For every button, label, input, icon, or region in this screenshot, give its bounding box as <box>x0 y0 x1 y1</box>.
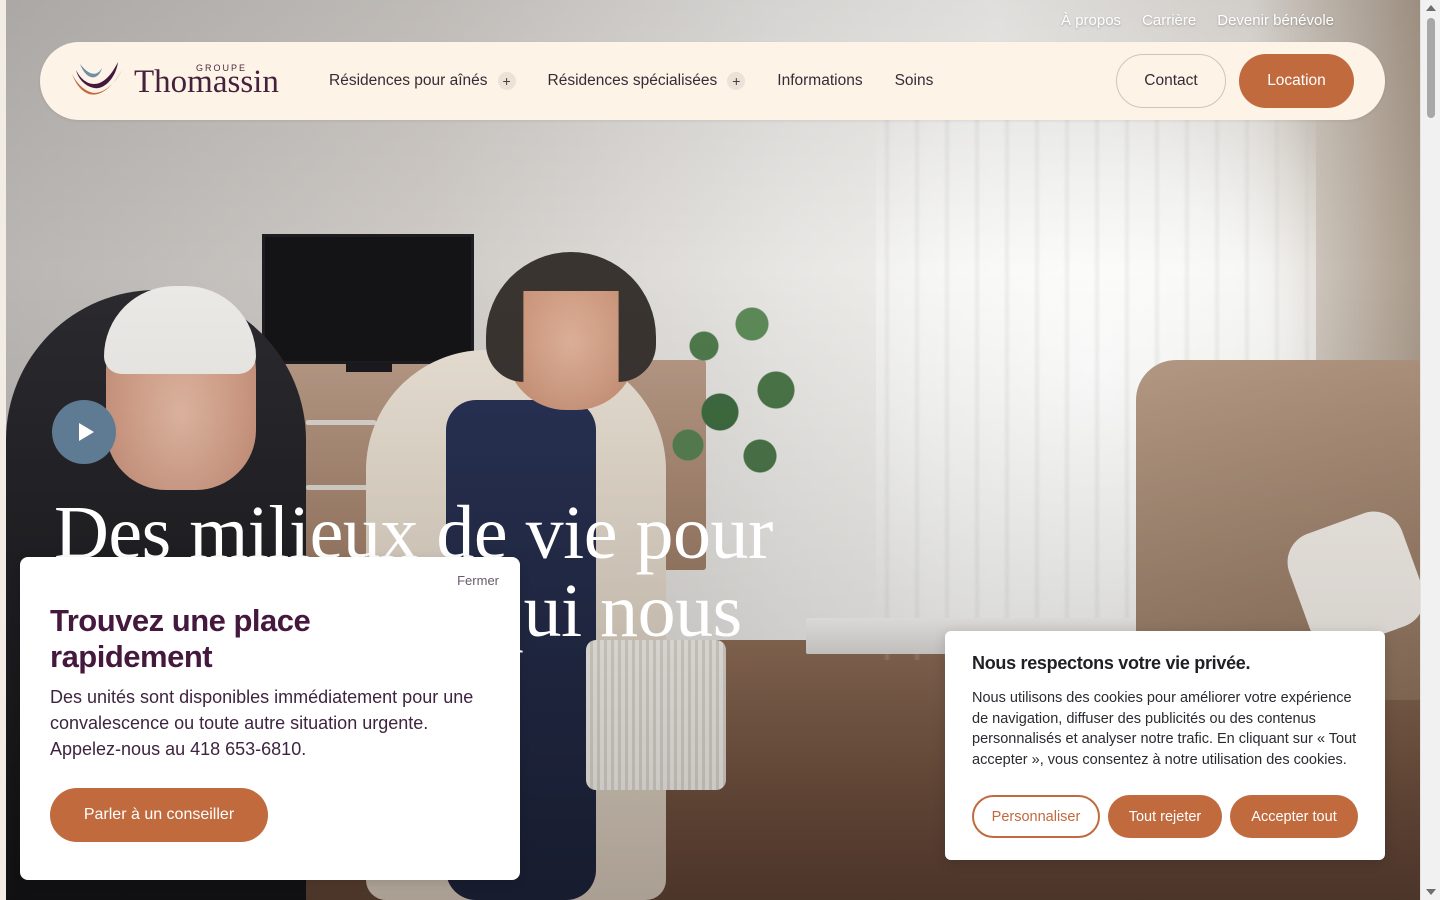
card-title: Trouvez une place rapidement <box>50 603 311 674</box>
nav-residences-specialisees[interactable]: Résidences spécialisées + <box>548 72 746 90</box>
scroll-down-arrow-icon[interactable] <box>1426 889 1436 895</box>
logo-mark-icon <box>72 62 122 95</box>
cookie-customize-button[interactable]: Personnaliser <box>972 795 1100 838</box>
logo-name-text: Thomassin <box>134 64 279 100</box>
cookie-text: Nous utilisons des cookies pour améliore… <box>972 690 1357 768</box>
plus-icon: + <box>727 72 746 90</box>
link-a-propos[interactable]: À propos <box>1061 12 1121 29</box>
cookie-title: Nous respectons votre vie privée. <box>972 653 1251 673</box>
nav-informations[interactable]: Informations <box>777 72 862 90</box>
scrollbar-thumb[interactable] <box>1427 18 1435 118</box>
link-devenir-benevole[interactable]: Devenir bénévole <box>1217 12 1334 29</box>
link-carriere[interactable]: Carrière <box>1142 12 1196 29</box>
play-icon <box>79 423 94 441</box>
page-scrollbar[interactable] <box>1420 0 1440 900</box>
cookie-consent-banner: Nous respectons votre vie privée. Nous u… <box>945 631 1385 860</box>
location-button[interactable]: Location <box>1239 54 1354 108</box>
nav-residences-aines[interactable]: Résidences pour aînés + <box>329 72 516 90</box>
quick-placement-card: Fermer Trouvez une place rapidement Des … <box>20 557 520 880</box>
utility-links: À propos Carrière Devenir bénévole <box>1061 12 1334 29</box>
cookie-accept-button[interactable]: Accepter tout <box>1230 795 1358 838</box>
logo[interactable]: GROUPE Thomassin <box>70 56 300 106</box>
cookie-reject-button[interactable]: Tout rejeter <box>1108 795 1222 838</box>
talk-to-advisor-button[interactable]: Parler à un conseiller <box>50 788 268 842</box>
card-close-button[interactable]: Fermer <box>457 573 499 588</box>
contact-button[interactable]: Contact <box>1116 54 1226 108</box>
main-navigation: GROUPE Thomassin Résidences pour aînés +… <box>40 42 1385 120</box>
scroll-up-arrow-icon[interactable] <box>1426 5 1436 11</box>
nav-soins[interactable]: Soins <box>895 72 934 90</box>
card-text: Des unités sont disponibles immédiatemen… <box>50 687 474 759</box>
play-video-button[interactable] <box>52 400 116 464</box>
plus-icon: + <box>497 72 516 90</box>
